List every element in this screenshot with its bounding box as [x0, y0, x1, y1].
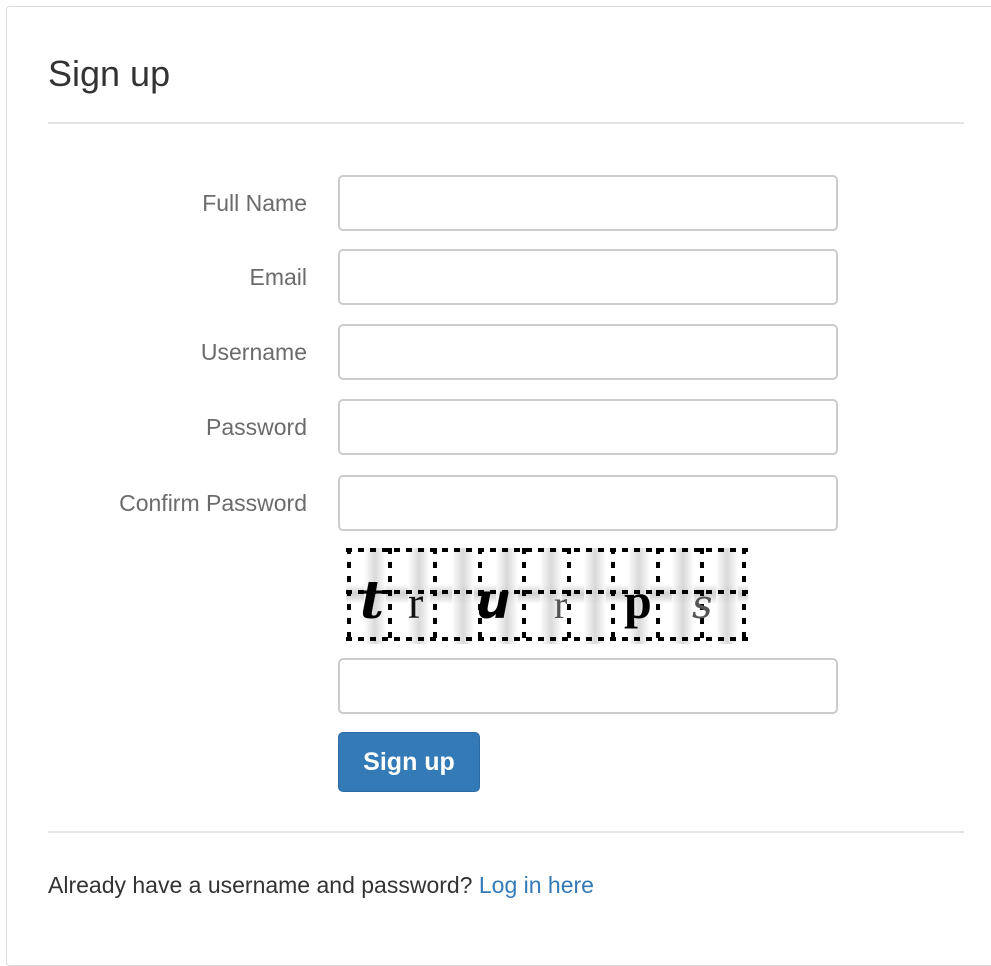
password-input[interactable]: [338, 399, 838, 455]
email-input[interactable]: [338, 249, 838, 305]
captcha-input[interactable]: [338, 658, 838, 714]
login-prompt-text: Already have a username and password?: [48, 872, 473, 898]
captcha-char: s: [692, 582, 713, 628]
email-label: Email: [249, 264, 307, 290]
username-label: Username: [200, 339, 307, 365]
captcha-char: r: [554, 582, 567, 627]
password-row: Password: [0, 399, 991, 455]
email-row: Email: [0, 249, 991, 305]
footer-divider: [48, 831, 964, 833]
username-input[interactable]: [338, 324, 838, 380]
sign-up-button[interactable]: Sign up: [338, 732, 480, 792]
captcha-char: p: [624, 573, 652, 629]
password-label: Password: [206, 414, 307, 440]
captcha-row: [0, 658, 991, 714]
captcha-char: r: [408, 577, 423, 628]
login-link[interactable]: Log in here: [479, 872, 594, 898]
confirm-password-label: Confirm Password: [119, 490, 307, 516]
full-name-label: Full Name: [202, 190, 307, 216]
confirm-password-row: Confirm Password: [0, 475, 991, 531]
login-prompt: Already have a username and password? Lo…: [48, 870, 594, 900]
captcha-char: u: [476, 574, 510, 630]
captcha-image: t r u r p s: [346, 548, 748, 644]
confirm-password-input[interactable]: [338, 475, 838, 531]
full-name-row: Full Name: [0, 175, 991, 231]
username-row: Username: [0, 324, 991, 380]
page-title: Sign up: [48, 53, 171, 94]
title-divider: [48, 122, 964, 124]
captcha-char: t: [360, 570, 384, 631]
full-name-input[interactable]: [338, 175, 838, 231]
